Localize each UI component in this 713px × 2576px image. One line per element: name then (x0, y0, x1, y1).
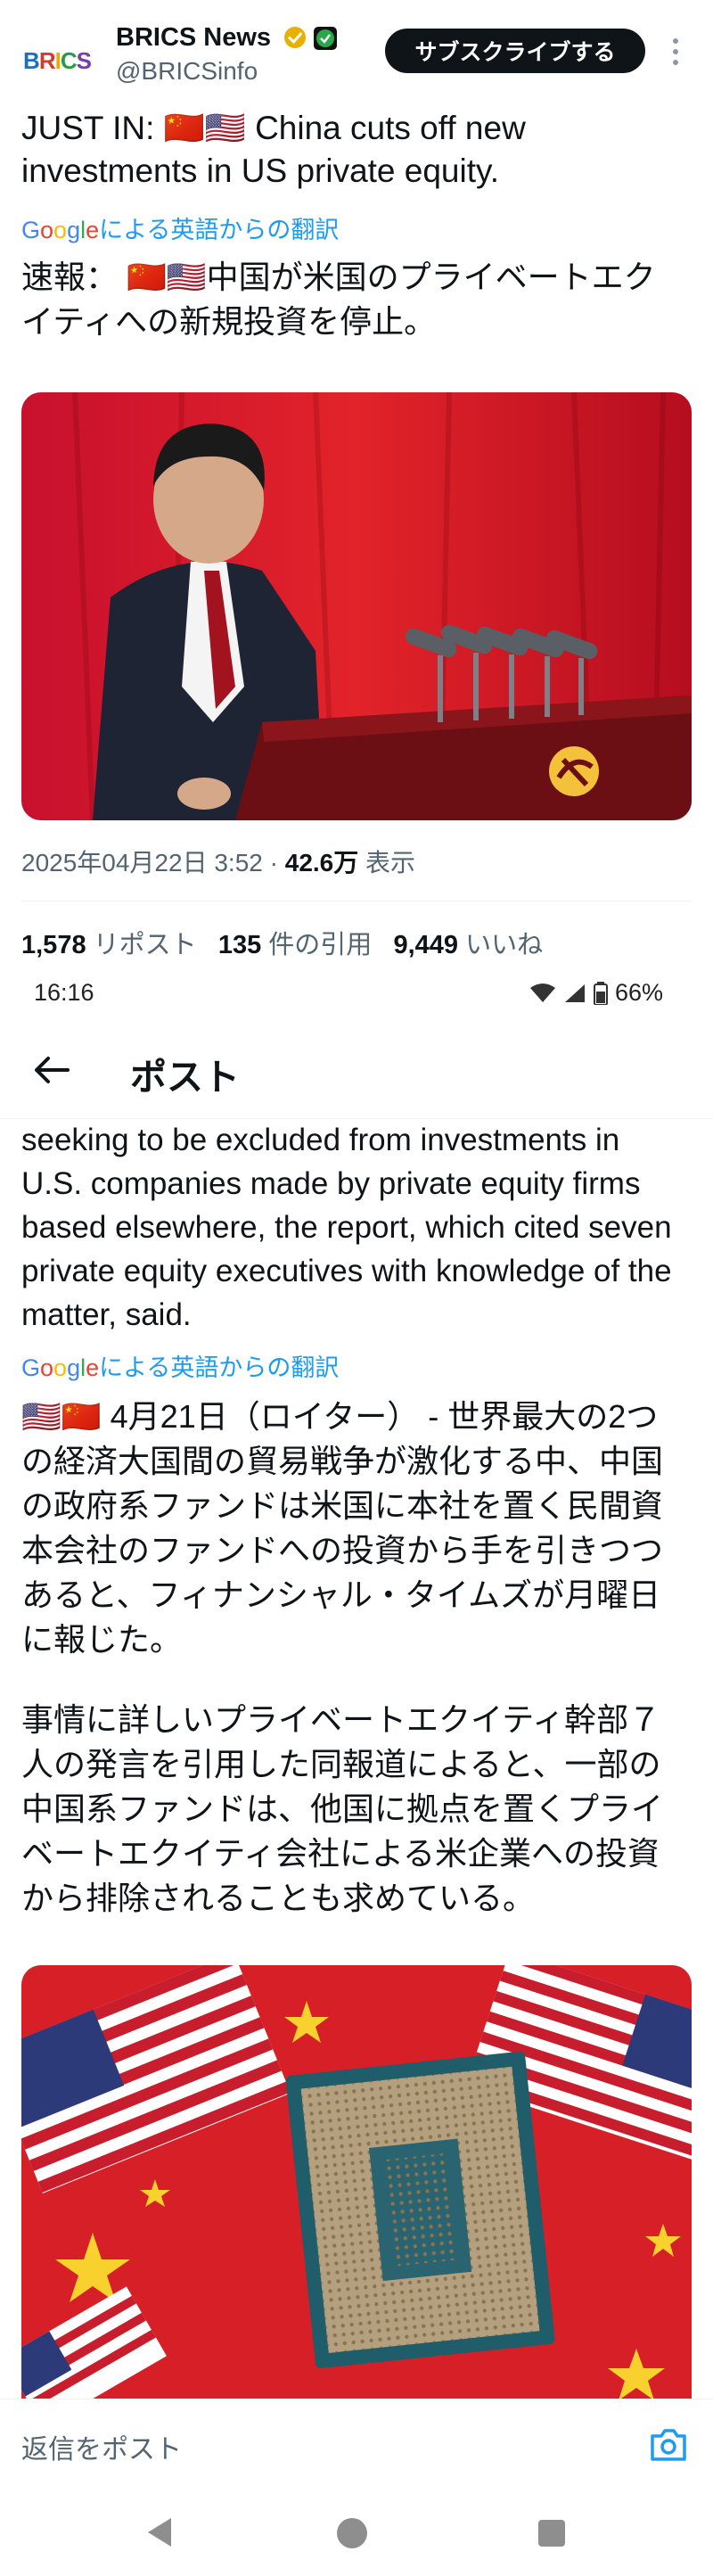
reposts-stat[interactable]: 1,578 リポスト (21, 931, 197, 959)
quotes-count: 135 (217, 931, 262, 959)
reply-translated-p2: 事情に詳しいプライベートエクイティ幹部７人の発言を引用した同報道によると、一部の… (21, 1701, 664, 1916)
tweet-translated-text: 速報： 🇨🇳🇺🇸中国が米国のプライベートエクイティへの新規投資を停止。 (21, 259, 656, 340)
avatar[interactable]: BRICS (21, 25, 93, 96)
tweet-meta: 2025年04月22日 3:52 · 42.6万 表示 (21, 844, 415, 879)
likes-stat[interactable]: 9,449 いいね (393, 931, 543, 959)
translation-label[interactable]: Googleによる英語からの翻訳 (21, 210, 339, 245)
reposts-label: リポスト (93, 931, 197, 959)
translation-suffix: による英語からの翻訳 (99, 1354, 340, 1381)
reposts-count: 1,578 (21, 931, 86, 959)
signal-icon (565, 983, 585, 1002)
battery-percent: 66% (615, 979, 664, 1006)
page-title: ポスト (130, 1057, 240, 1098)
reply-input[interactable]: 返信をポスト (21, 2427, 182, 2466)
vertical-ellipsis-icon[interactable] (667, 34, 684, 70)
reply-translation-label[interactable]: Googleによる英語からの翻訳 (21, 1348, 339, 1383)
camera-icon[interactable] (649, 2427, 688, 2463)
views-label: 表示 (358, 849, 416, 876)
likes-label: いいね (465, 931, 544, 959)
translation-suffix: による英語からの翻訳 (99, 217, 340, 243)
affiliate-badge-icon[interactable] (314, 27, 337, 50)
quotes-stat[interactable]: 135 件の引用 (218, 931, 372, 959)
engagement-stats: 1,578 リポスト 135 件の引用 9,449 いいね (21, 924, 543, 961)
google-wordmark: Google (21, 1354, 100, 1381)
back-arrow-icon[interactable] (32, 1052, 71, 1088)
gold-verified-check-icon[interactable] (283, 26, 307, 49)
system-home-icon[interactable] (337, 2518, 367, 2548)
system-recents-icon[interactable] (538, 2520, 565, 2547)
google-wordmark: Google (21, 217, 100, 243)
timestamp[interactable]: 2025年04月22日 3:52 (21, 849, 263, 876)
tweet-original-text: JUST IN: 🇨🇳🇺🇸 China cuts off new investm… (21, 110, 526, 189)
likes-count: 9,449 (393, 931, 459, 959)
status-icons: 66% (529, 979, 663, 1007)
meta-separator: · (262, 849, 285, 876)
battery-icon (594, 981, 608, 1005)
reply-original-text: seeking to be excluded from investments … (21, 1123, 672, 1332)
reply-translated-p1: 🇺🇸🇨🇳 4月21日（ロイター） - 世界最大の2つの経済大国間の貿易戦争が激化… (21, 1398, 664, 1658)
system-back-icon[interactable] (144, 2514, 175, 2550)
subscribe-button[interactable]: サブスクライブする (385, 29, 645, 73)
views-count: 42.6万 (284, 849, 359, 876)
reply-image[interactable] (21, 1965, 692, 2399)
brics-logo: BRICS (23, 46, 92, 74)
author-handle[interactable]: @BRICSinfo (116, 57, 258, 86)
author-name[interactable]: BRICS News (116, 23, 271, 53)
tweet-image[interactable] (21, 392, 692, 820)
status-time: 16:16 (34, 979, 94, 1006)
wifi-icon (530, 983, 555, 1002)
quotes-label: 件の引用 (268, 931, 373, 959)
